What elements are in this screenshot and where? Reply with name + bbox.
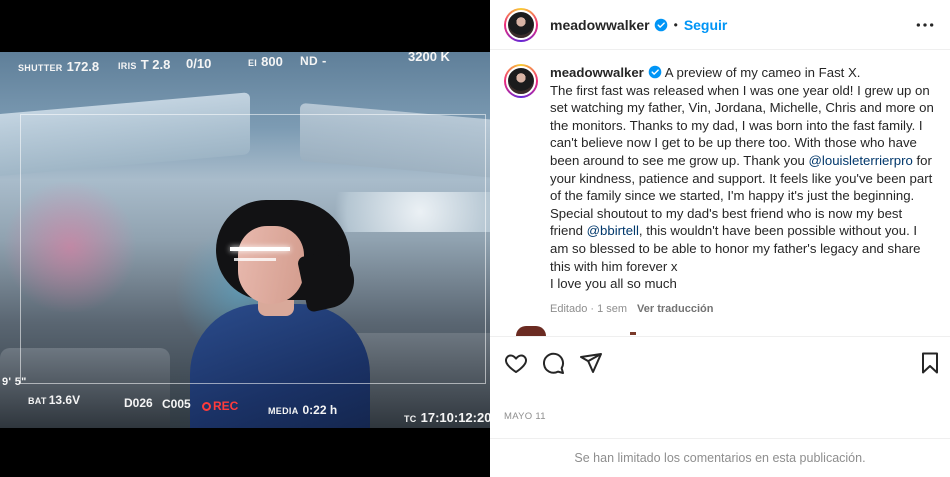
- hud-white-balance: 3200 K: [408, 49, 450, 64]
- action-bar: [490, 336, 950, 386]
- more-icon[interactable]: [914, 15, 936, 35]
- translate-link[interactable]: Ver traducción: [637, 303, 713, 315]
- verified-badge-icon: [648, 65, 662, 79]
- hud-shutter: SHUTTER 172.8: [18, 59, 100, 74]
- comments-limited-notice: Se han limitado los comentarios en esta …: [490, 438, 950, 477]
- comment-icon[interactable]: [541, 351, 565, 375]
- caption-username[interactable]: meadowwalker: [550, 65, 644, 80]
- hud-clip-d: D026: [124, 396, 153, 410]
- rec-dot-icon: [202, 402, 211, 411]
- hud-nd: ND -: [300, 53, 327, 68]
- hud-battery: BAT 13.6V: [28, 393, 81, 407]
- mention-link[interactable]: @louisleterrierpro: [809, 153, 913, 168]
- heart-icon[interactable]: [504, 351, 528, 375]
- mention-link[interactable]: @bbirtell: [587, 223, 639, 238]
- caption-block: meadowwalker A preview of my cameo in Fa…: [504, 64, 944, 334]
- hud-timecode: TC 17:10:12:20: [404, 410, 490, 425]
- caption-meta: Editado · 1 sem Ver traducción: [550, 301, 934, 319]
- paper-plane-icon[interactable]: [579, 351, 603, 375]
- video-still: [0, 52, 490, 428]
- hud-rec-indicator: REC: [202, 397, 238, 415]
- bookmark-icon[interactable]: [918, 351, 942, 375]
- edited-label: Editado: [550, 302, 588, 315]
- next-comment-avatar-peek: [516, 326, 546, 336]
- post-header: meadowwalker • Seguir: [490, 0, 950, 50]
- hud-frame-counter: 0/10: [186, 56, 212, 71]
- post-date: MAYO 11: [504, 411, 546, 422]
- hud-clip-c: C005: [162, 397, 191, 411]
- post-media[interactable]: SHUTTER 172.8 IRIS T 2.8 0/10 EI 800 ND - 32…: [0, 0, 490, 477]
- hud-ei: EI 800: [248, 54, 283, 69]
- hud-focus-marks: 9' 5": [2, 376, 27, 388]
- hud-iris: IRIS T 2.8: [118, 57, 171, 72]
- post-age: · 1 sem: [587, 302, 628, 315]
- next-comment-peek: [630, 332, 636, 335]
- username-link[interactable]: meadowwalker: [550, 17, 650, 33]
- post-panel: meadowwalker • Seguir meadowwalker A pre…: [490, 0, 950, 477]
- hud-media: MEDIA 0:22 h: [268, 403, 338, 417]
- follow-button[interactable]: Seguir: [684, 17, 728, 33]
- avatar[interactable]: [504, 7, 538, 42]
- separator-dot: •: [673, 17, 678, 32]
- verified-badge-icon: [654, 18, 667, 31]
- caption-text: meadowwalker A preview of my cameo in Fa…: [550, 64, 934, 334]
- frame-guide: [20, 114, 486, 384]
- caption-avatar[interactable]: [504, 64, 538, 98]
